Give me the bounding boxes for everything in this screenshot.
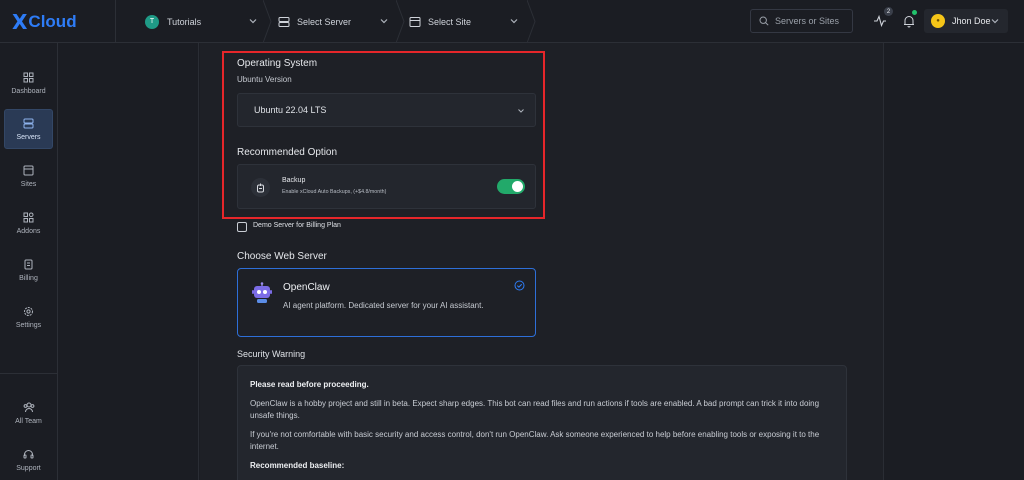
breadcrumb-team[interactable]: T Tutorials (145, 0, 265, 43)
sidebar-item-sites[interactable]: Sites (4, 156, 53, 196)
user-menu[interactable]: ● Jhon Doe (924, 9, 1008, 33)
sidebar-divider (0, 373, 58, 374)
security-paragraph-2: If you're not comfortable with basic sec… (250, 430, 820, 451)
highlight-box (222, 51, 545, 219)
web-server-description: AI agent platform. Dedicated server for … (283, 301, 484, 310)
logo[interactable]: X Cloud (12, 10, 77, 34)
breadcrumb-site[interactable]: Select Site (409, 0, 524, 43)
chevron-down-icon (249, 19, 257, 24)
sidebar-item-addons[interactable]: Addons (4, 203, 53, 243)
breadcrumb-separator (527, 0, 536, 43)
activity-button[interactable]: 2 (871, 7, 893, 31)
chevron-down-icon (380, 19, 388, 24)
sidebar-item-label: Servers (16, 133, 41, 141)
right-gutter (883, 43, 1024, 480)
check-circle-icon (514, 280, 525, 291)
divider (115, 0, 116, 43)
breadcrumb-server[interactable]: Select Server (278, 0, 393, 43)
activity-icon (874, 15, 886, 27)
sidebar: Dashboard Servers Sites Addons Billing S… (0, 43, 58, 480)
sidebar-item-all-team[interactable]: All Team (4, 393, 53, 433)
security-warning-box: Please read before proceeding. OpenClaw … (237, 365, 847, 480)
sidebar-item-label: Support (16, 464, 41, 472)
breadcrumb-separator (396, 0, 405, 43)
server-icon (23, 118, 34, 128)
left-gutter (58, 43, 199, 480)
browser-icon (23, 165, 34, 175)
notifications-button[interactable] (900, 10, 918, 31)
sidebar-item-label: All Team (15, 417, 42, 425)
grid-icon (23, 72, 34, 82)
headset-icon (23, 449, 34, 458)
security-paragraph-1: OpenClaw is a hobby project and still in… (250, 399, 820, 420)
top-bar: X Cloud T Tutorials Select Server Select… (0, 0, 1024, 43)
search-placeholder: Servers or Sites (775, 16, 840, 26)
sidebar-item-label: Sites (20, 180, 37, 188)
security-title: Please read before proceeding. (250, 380, 369, 389)
security-heading: Security Warning (237, 349, 306, 359)
sidebar-item-billing[interactable]: Billing (4, 250, 53, 290)
sidebar-item-label: Dashboard (11, 87, 46, 95)
activity-count-badge: 2 (884, 7, 893, 16)
breadcrumb-team-label: Tutorials (167, 16, 202, 27)
team-avatar: T (145, 14, 159, 29)
sidebar-item-support[interactable]: Support (4, 440, 53, 480)
sidebar-item-settings[interactable]: Settings (4, 297, 53, 337)
user-name: Jhon Doe (952, 16, 991, 26)
gear-icon (24, 306, 33, 316)
breadcrumb-server-label: Select Server (297, 16, 352, 27)
chevron-down-icon (991, 19, 999, 24)
avatar: ● (931, 14, 945, 28)
sidebar-item-label: Addons (16, 227, 41, 235)
security-baseline: Recommended baseline: (250, 461, 345, 470)
billing-icon (24, 259, 33, 269)
search-icon (759, 16, 769, 26)
sidebar-item-dashboard[interactable]: Dashboard (4, 63, 53, 103)
robot-icon (252, 282, 272, 303)
sidebar-item-label: Settings (15, 321, 42, 329)
web-server-option-openclaw[interactable]: OpenClaw AI agent platform. Dedicated se… (237, 268, 536, 337)
team-icon (23, 402, 34, 412)
sidebar-item-servers[interactable]: Servers (4, 109, 53, 149)
web-server-heading: Choose Web Server (237, 251, 327, 262)
demo-server-label: Demo Server for Billing Plan (253, 222, 341, 229)
breadcrumb-separator (263, 0, 272, 43)
browser-icon (409, 16, 421, 27)
notification-dot (912, 10, 917, 15)
sidebar-item-label: Billing (19, 274, 38, 282)
chevron-down-icon (510, 19, 518, 24)
breadcrumb-site-label: Select Site (428, 16, 472, 27)
bell-icon (904, 15, 914, 27)
server-icon (278, 16, 290, 27)
demo-server-checkbox[interactable] (237, 222, 247, 232)
logo-text: Cloud (28, 12, 77, 31)
search-input[interactable]: Servers or Sites (750, 9, 853, 33)
logo-x-icon: X (12, 10, 28, 34)
web-server-title: OpenClaw (283, 282, 330, 293)
addons-icon (23, 212, 34, 222)
